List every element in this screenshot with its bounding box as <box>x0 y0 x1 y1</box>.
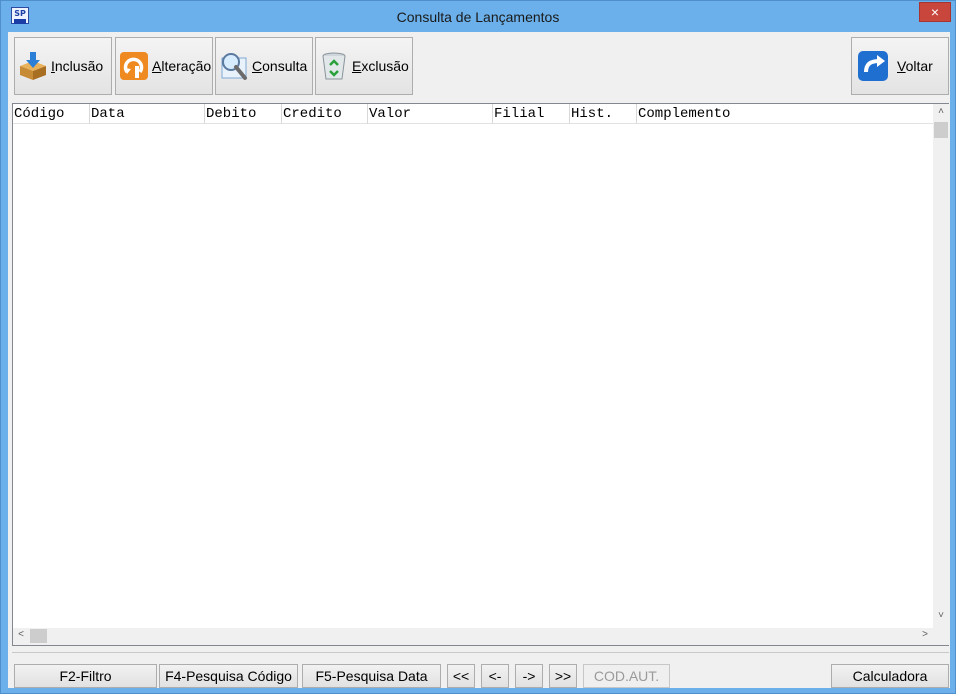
inclusao-button[interactable]: Inclusão <box>14 37 112 95</box>
column-header-complemento[interactable]: Complemento <box>637 104 933 124</box>
horizontal-scroll-thumb[interactable] <box>30 629 47 643</box>
previous-record-button[interactable]: <- <box>481 664 509 688</box>
consulta-button[interactable]: Consulta <box>215 37 313 95</box>
pesquisa-codigo-button[interactable]: F4-Pesquisa Código <box>159 664 298 688</box>
close-button[interactable]: × <box>919 2 951 22</box>
alteracao-button[interactable]: Alteração <box>115 37 213 95</box>
filtro-button[interactable]: F2-Filtro <box>14 664 157 688</box>
cod-aut-button[interactable]: COD.AUT. <box>583 664 670 688</box>
window-title: Consulta de Lançamentos <box>396 9 560 25</box>
close-icon: × <box>930 4 940 20</box>
bottom-separator <box>12 652 949 653</box>
calculadora-button[interactable]: Calculadora <box>831 664 949 688</box>
column-header-filial[interactable]: Filial <box>493 104 570 124</box>
inclusao-label: Inclusão <box>51 58 104 74</box>
title-bar[interactable]: SP Consulta de Lançamentos × <box>1 1 955 32</box>
box-download-icon <box>20 52 46 80</box>
first-record-button[interactable]: << <box>447 664 475 688</box>
last-record-button[interactable]: >> <box>549 664 577 688</box>
scroll-right-icon[interactable]: > <box>917 629 933 640</box>
column-header-debito[interactable]: Debito <box>205 104 282 124</box>
main-window: SP Consulta de Lançamentos × Inclusão Al… <box>0 0 956 694</box>
recycle-bin-icon <box>322 52 346 80</box>
pesquisa-data-button[interactable]: F5-Pesquisa Data <box>302 664 441 688</box>
column-header-hist[interactable]: Hist. <box>570 104 637 124</box>
horizontal-scrollbar[interactable]: < > <box>13 628 933 645</box>
column-header-credito[interactable]: Credito <box>282 104 368 124</box>
column-header-valor[interactable]: Valor <box>368 104 493 124</box>
toolbar: Inclusão Alteração Consulta Exclusão Vol… <box>8 32 950 102</box>
column-header-codigo[interactable]: Código <box>13 104 90 124</box>
column-header-data[interactable]: Data <box>90 104 205 124</box>
client-area: Inclusão Alteração Consulta Exclusão Vol… <box>8 32 950 688</box>
alteracao-label: Alteração <box>152 58 212 74</box>
lancamentos-grid[interactable]: Código Data Debito Credito Valor Filial … <box>12 103 949 646</box>
consulta-label: Consulta <box>252 58 308 74</box>
scroll-corner <box>933 628 949 645</box>
magnifier-icon <box>221 53 247 80</box>
edit-refresh-icon <box>120 52 148 80</box>
scroll-down-icon[interactable]: ˅ <box>933 610 949 621</box>
scroll-left-icon[interactable]: < <box>13 629 29 640</box>
exclusao-button[interactable]: Exclusão <box>315 37 413 95</box>
vertical-scroll-thumb[interactable] <box>934 122 948 138</box>
voltar-button[interactable]: Voltar <box>851 37 949 95</box>
exclusao-label: Exclusão <box>352 58 409 74</box>
vertical-scrollbar[interactable]: ˄ ˅ <box>933 104 949 628</box>
scroll-up-icon[interactable]: ˄ <box>933 106 949 117</box>
back-arrow-icon <box>858 51 888 81</box>
next-record-button[interactable]: -> <box>515 664 543 688</box>
voltar-label: Voltar <box>897 58 933 74</box>
grid-header: Código Data Debito Credito Valor Filial … <box>13 104 933 124</box>
